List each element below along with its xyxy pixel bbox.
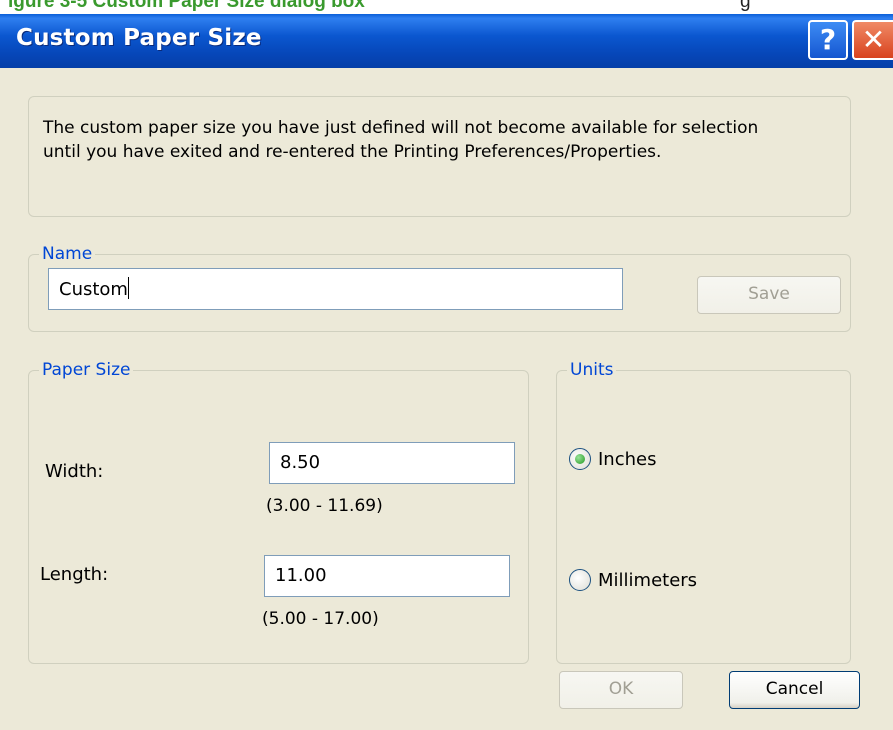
help-icon: ? [819,23,837,56]
figure-caption: igure 3-5 Custom Paper Size dialog box g [0,0,893,14]
millimeters-radio[interactable] [569,569,591,591]
length-range-hint: (5.00 - 17.00) [262,609,379,629]
close-icon: ✕ [861,23,886,56]
width-range-hint: (3.00 - 11.69) [266,496,383,516]
name-input[interactable]: Custom [48,268,623,310]
ok-button-label: OK [608,679,634,699]
units-group: Units [556,360,851,664]
message-line-1: The custom paper size you have just defi… [43,118,759,138]
millimeters-label[interactable]: Millimeters [598,570,697,591]
length-input[interactable]: 11.00 [264,555,510,597]
width-label: Width: [45,461,104,482]
name-group-legend: Name [39,244,96,264]
name-input-value: Custom [59,279,128,300]
units-group-legend: Units [567,360,617,380]
text-caret [127,277,129,299]
paper-size-group-legend: Paper Size [39,360,134,380]
dialog-title: Custom Paper Size [16,25,262,51]
save-button-label: Save [748,284,790,304]
inches-radio[interactable] [569,448,591,470]
help-button[interactable]: ? [808,20,848,60]
message-line-2: until you have exited and re-entered the… [43,142,662,162]
message-panel: The custom paper size you have just defi… [28,96,851,217]
inches-label[interactable]: Inches [598,449,656,470]
width-input[interactable]: 8.50 [269,442,515,484]
save-button[interactable]: Save [697,276,841,314]
title-bar: Custom Paper Size ? ✕ [0,14,893,68]
figure-caption-tail: g [740,0,751,12]
radio-selected-dot [575,454,585,464]
cancel-button-label: Cancel [765,679,824,699]
length-input-value: 11.00 [275,565,327,586]
length-label: Length: [40,564,109,585]
width-input-value: 8.50 [280,452,321,473]
close-button[interactable]: ✕ [852,20,893,60]
custom-paper-size-dialog: Custom Paper Size ? ✕ The custom paper s… [0,14,893,730]
cancel-button[interactable]: Cancel [729,671,860,709]
figure-caption-text: igure 3-5 Custom Paper Size dialog box [8,0,365,12]
ok-button[interactable]: OK [559,671,683,709]
